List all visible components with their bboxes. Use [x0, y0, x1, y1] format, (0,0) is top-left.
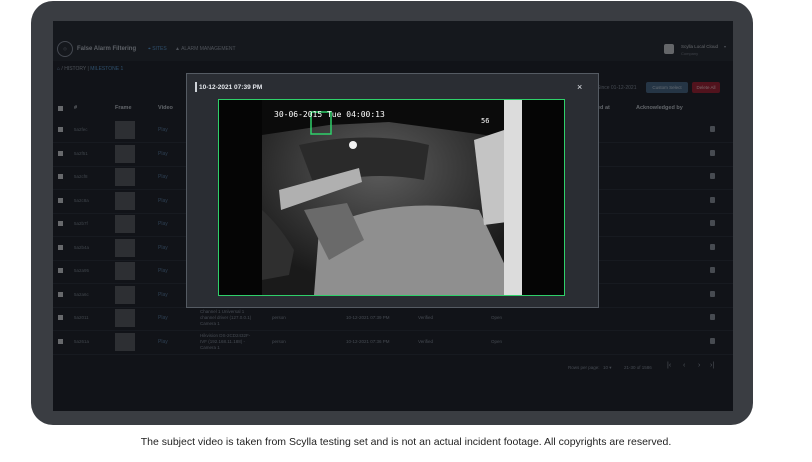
footer-caption: The subject video is taken from Scylla t… — [140, 436, 672, 448]
app-screen: ◎ False Alarm Filtering ⌖ SITES ▲ ALARM … — [53, 21, 733, 411]
video-frame: 30-06-2015 Tue 04:00:13 56 — [219, 100, 564, 295]
modal-title-marker — [195, 82, 197, 92]
video-modal: 10-12-2021 07:39 PM × 30-06-2015 Tue 04:… — [186, 73, 599, 308]
video-timestamp: 30-06-2015 Tue 04:00:13 — [274, 110, 385, 119]
video-player[interactable]: 30-06-2015 Tue 04:00:13 56 — [218, 99, 565, 296]
video-channel-number: 56 — [481, 117, 489, 125]
close-icon[interactable]: × — [577, 82, 582, 92]
modal-title: 10-12-2021 07:39 PM — [199, 84, 263, 91]
